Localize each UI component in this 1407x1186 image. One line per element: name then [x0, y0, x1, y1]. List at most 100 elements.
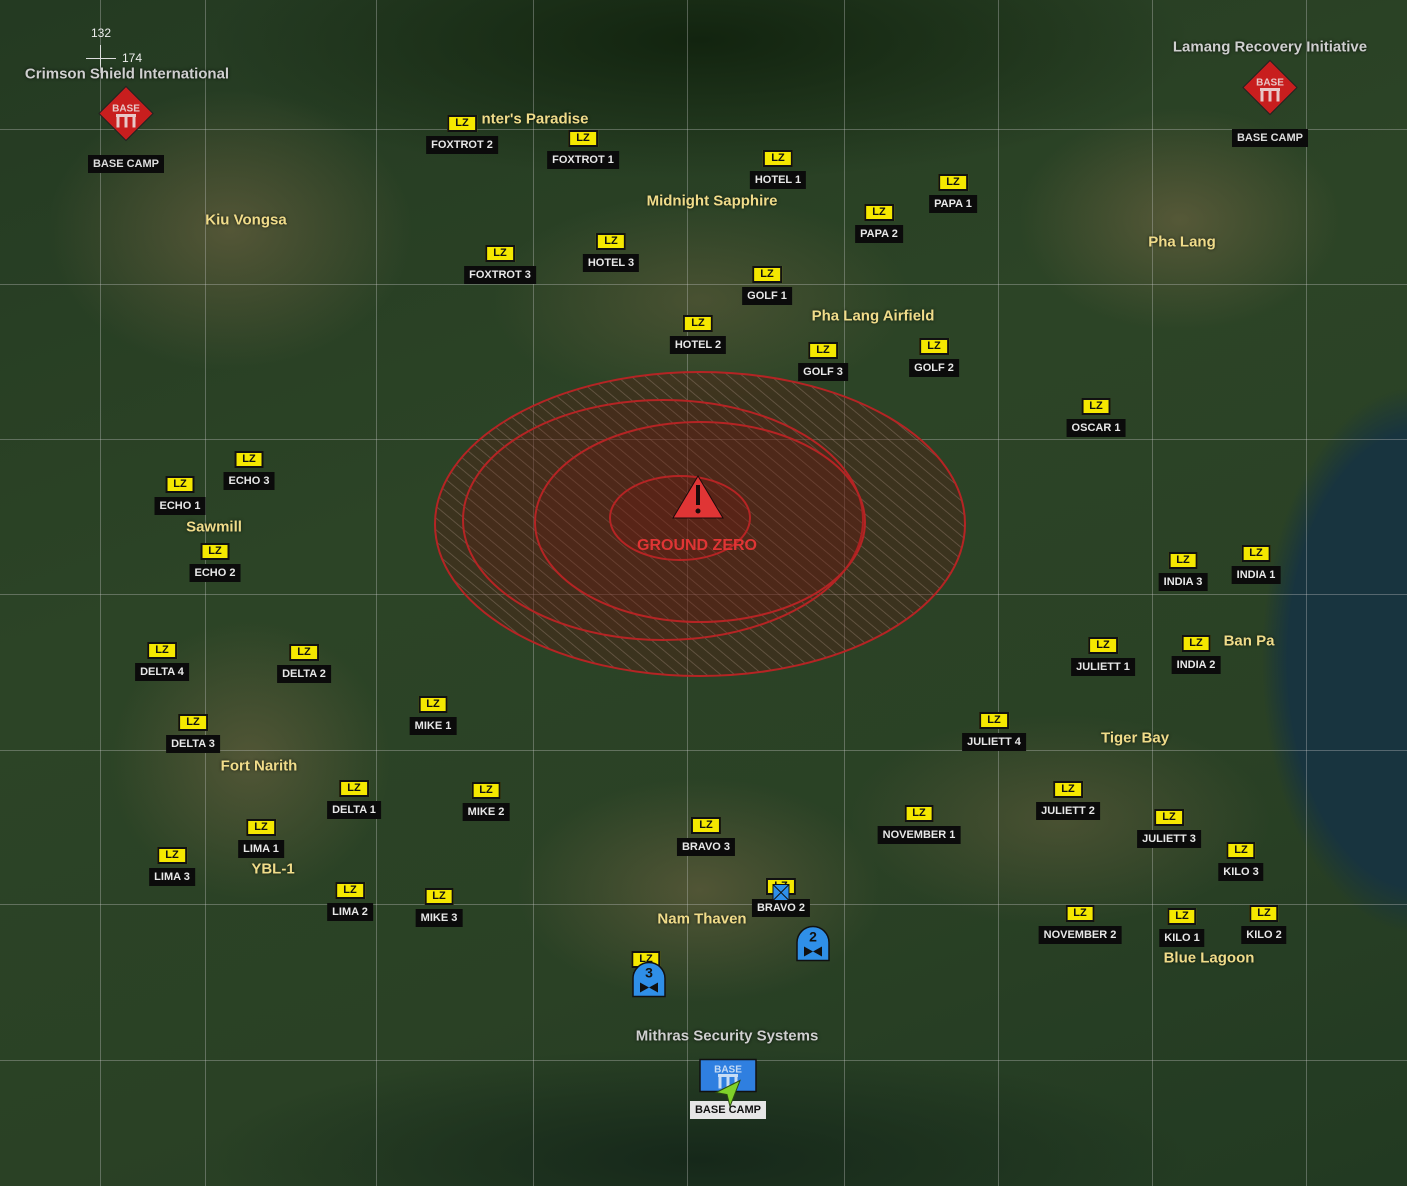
landing-zone-marker[interactable]: LZ KILO 2	[1241, 905, 1287, 944]
faction-name: Mithras Security Systems	[635, 1027, 819, 1045]
lz-badge: LZ	[424, 888, 454, 905]
faction-name: Crimson Shield International	[24, 65, 230, 83]
tactical-map[interactable]: GROUND ZERO 132 174 Crimson Shield Inter…	[0, 0, 1407, 1186]
lz-name: ECHO 1	[154, 497, 206, 515]
lz-badge: LZ	[763, 150, 793, 167]
landing-zone-marker[interactable]: LZ ECHO 1	[154, 476, 206, 515]
hostile-base-icon[interactable]: BASE	[98, 85, 154, 147]
landing-zone-marker[interactable]: LZ MIKE 3	[415, 888, 463, 927]
svg-text:2: 2	[809, 929, 817, 945]
lz-badge: LZ	[1241, 545, 1271, 562]
town-label[interactable]: Blue Lagoon	[1164, 950, 1255, 967]
lz-name: HOTEL 3	[582, 254, 640, 272]
lz-name: DELTA 3	[166, 735, 220, 753]
lz-badge: LZ	[485, 245, 515, 262]
lz-name: JULIETT 4	[962, 733, 1026, 751]
lz-badge: LZ	[471, 782, 501, 799]
landing-zone-marker[interactable]: LZ FOXTROT 3	[464, 245, 536, 284]
lz-name: KILO 3	[1218, 863, 1264, 881]
squad-marker-icon[interactable]: 3	[631, 961, 667, 1004]
hostile-base-icon[interactable]: BASE	[1242, 59, 1298, 121]
ground-zero-zone	[434, 371, 966, 677]
town-label[interactable]: Pha Lang Airfield	[812, 308, 935, 325]
lz-name: FOXTROT 2	[426, 136, 498, 154]
town-label[interactable]: Sawmill	[186, 519, 242, 536]
lz-name: KILO 2	[1241, 926, 1287, 944]
landing-zone-marker[interactable]: LZ ECHO 2	[189, 543, 241, 582]
objective-marker-icon[interactable]	[772, 884, 790, 907]
town-label[interactable]: Midnight Sapphire	[647, 193, 778, 210]
landing-zone-marker[interactable]: LZ MIKE 2	[462, 782, 510, 821]
landing-zone-marker[interactable]: LZ GOLF 2	[909, 338, 959, 377]
town-label[interactable]: Pha Lang	[1148, 234, 1216, 251]
landing-zone-marker[interactable]: LZ JULIETT 2	[1036, 781, 1100, 820]
faction-name: Lamang Recovery Initiative	[1172, 38, 1368, 56]
landing-zone-marker[interactable]: LZ FOXTROT 2	[426, 115, 498, 154]
landing-zone-marker[interactable]: LZ DELTA 3	[166, 714, 220, 753]
lz-badge: LZ	[339, 780, 369, 797]
landing-zone-marker[interactable]: LZ JULIETT 1	[1071, 637, 1135, 676]
lz-badge: LZ	[147, 642, 177, 659]
lz-name: LIMA 2	[327, 903, 373, 921]
town-label[interactable]: Ban Pa	[1224, 633, 1275, 650]
town-label[interactable]: Fort Narith	[221, 758, 298, 775]
landing-zone-marker[interactable]: LZ PAPA 2	[855, 204, 903, 243]
landing-zone-marker[interactable]: LZ INDIA 3	[1158, 552, 1208, 591]
landing-zone-marker[interactable]: LZ LIMA 2	[327, 882, 373, 921]
landing-zone-marker[interactable]: LZ JULIETT 4	[962, 712, 1026, 751]
lz-badge: LZ	[289, 644, 319, 661]
town-label[interactable]: Tiger Bay	[1101, 730, 1169, 747]
landing-zone-marker[interactable]: LZ ECHO 3	[223, 451, 275, 490]
lz-name: MIKE 2	[462, 803, 510, 821]
landing-zone-marker[interactable]: LZ BRAVO 3	[676, 817, 736, 856]
landing-zone-marker[interactable]: LZ GOLF 3	[798, 342, 848, 381]
player-position-arrow-icon[interactable]	[712, 1079, 742, 1114]
lz-badge: LZ	[683, 315, 713, 332]
landing-zone-marker[interactable]: LZ NOVEMBER 2	[1038, 905, 1122, 944]
landing-zone-marker[interactable]: LZ HOTEL 1	[749, 150, 807, 189]
landing-zone-marker[interactable]: LZ DELTA 1	[327, 780, 381, 819]
landing-zone-marker[interactable]: LZ INDIA 2	[1171, 635, 1221, 674]
squad-marker-icon[interactable]: 2	[795, 925, 831, 968]
landing-zone-marker[interactable]: LZ OSCAR 1	[1066, 398, 1126, 437]
landing-zone-marker[interactable]: LZ KILO 3	[1218, 842, 1264, 881]
lz-badge: LZ	[1249, 905, 1279, 922]
lz-badge: LZ	[938, 174, 968, 191]
lz-name: JULIETT 3	[1137, 830, 1201, 848]
lz-badge: LZ	[157, 847, 187, 864]
lz-name: INDIA 2	[1171, 656, 1221, 674]
landing-zone-marker[interactable]: LZ GOLF 1	[742, 266, 792, 305]
lz-badge: LZ	[165, 476, 195, 493]
lz-badge: LZ	[246, 819, 276, 836]
lz-name: INDIA 3	[1158, 573, 1208, 591]
ground-zero-label: GROUND ZERO	[637, 537, 757, 554]
svg-text:BASE: BASE	[112, 104, 140, 115]
town-label[interactable]: YBL-1	[251, 861, 294, 878]
lz-badge: LZ	[1226, 842, 1256, 859]
landing-zone-marker[interactable]: LZ MIKE 1	[409, 696, 457, 735]
landing-zone-marker[interactable]: LZ DELTA 2	[277, 644, 331, 683]
landing-zone-marker[interactable]: LZ PAPA 1	[929, 174, 977, 213]
landing-zone-marker[interactable]: LZ DELTA 4	[135, 642, 189, 681]
lz-name: JULIETT 1	[1071, 658, 1135, 676]
landing-zone-marker[interactable]: LZ FOXTROT 1	[547, 130, 619, 169]
landing-zone-marker[interactable]: LZ LIMA 3	[149, 847, 195, 886]
lz-name: JULIETT 2	[1036, 802, 1100, 820]
lz-name: PAPA 2	[855, 225, 903, 243]
town-label[interactable]: Kiu Vongsa	[205, 212, 286, 229]
landing-zone-marker[interactable]: LZ KILO 1	[1159, 908, 1205, 947]
landing-zone-marker[interactable]: LZ INDIA 1	[1231, 545, 1281, 584]
landing-zone-marker[interactable]: LZ LIMA 1	[238, 819, 284, 858]
lz-name: INDIA 1	[1231, 566, 1281, 584]
landing-zone-marker[interactable]: LZ HOTEL 2	[669, 315, 727, 354]
base-camp-label: BASE CAMP	[1231, 129, 1309, 147]
lz-badge: LZ	[1167, 908, 1197, 925]
lz-name: MIKE 3	[415, 909, 463, 927]
lz-badge: LZ	[596, 233, 626, 250]
landing-zone-marker[interactable]: LZ NOVEMBER 1	[877, 805, 961, 844]
svg-text:BASE: BASE	[714, 1065, 742, 1076]
landing-zone-marker[interactable]: LZ HOTEL 3	[582, 233, 640, 272]
lz-name: KILO 1	[1159, 929, 1205, 947]
landing-zone-marker[interactable]: LZ JULIETT 3	[1137, 809, 1201, 848]
town-label[interactable]: Nam Thaven	[657, 911, 746, 928]
